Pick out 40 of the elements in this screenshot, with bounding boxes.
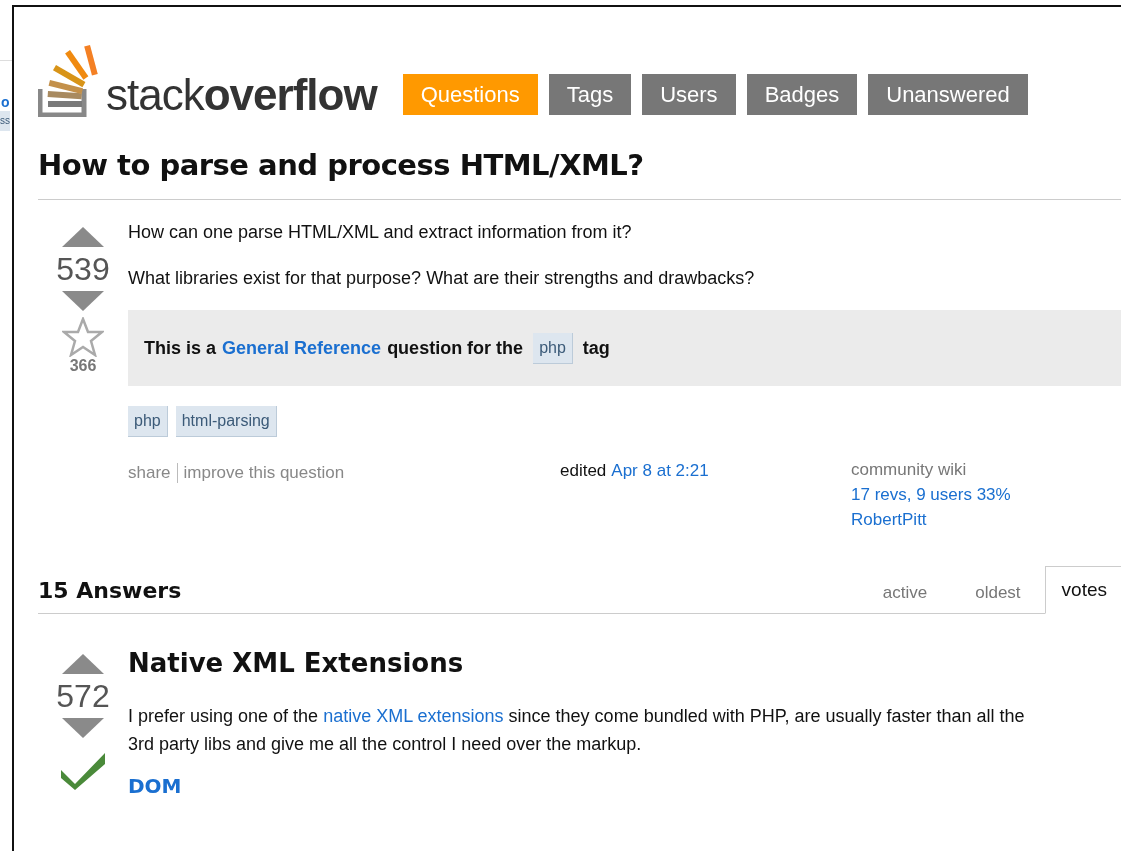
tag[interactable]: php (533, 332, 573, 364)
star-icon[interactable] (62, 317, 104, 357)
question-paragraph: How can one parse HTML/XML and extract information from it? (128, 221, 633, 244)
question-title[interactable]: How to parse and process HTML/XML? (38, 145, 1121, 185)
tag-fragment[interactable]: ss (0, 111, 10, 131)
downvote-icon[interactable] (62, 291, 104, 311)
nav-tab[interactable]: Tags (548, 74, 632, 115)
answer-subheading: DOM (128, 774, 183, 798)
notice-text: question for the (387, 337, 524, 359)
answer-paragraph: I prefer using one of the native XML extensions since they come bundled with PHP, are usually faster than all the 3rd party libs and give me all the control I need over the markup. (128, 705, 1026, 756)
edited-label: edited (560, 461, 607, 481)
link-fragment[interactable]: o (1, 94, 10, 110)
answer-heading: Native XML Extensions (128, 647, 465, 680)
site-logo-text[interactable]: stackoverflow (106, 75, 377, 115)
sort-tab[interactable]: oldest (951, 583, 1045, 613)
upvote-icon[interactable] (62, 654, 104, 674)
nav-tab[interactable]: Users (642, 74, 736, 115)
nav-tab[interactable]: Unanswered (868, 74, 1028, 115)
native-xml-extensions-link[interactable]: native XML extensions (323, 706, 504, 726)
downvote-icon[interactable] (62, 718, 104, 738)
edit-time-link[interactable]: Apr 8 at 2:21 (611, 461, 709, 481)
question-paragraph: What libraries exist for that purpose? What are their strengths and drawbacks? (128, 267, 756, 290)
vote-count: 539 (56, 251, 110, 287)
answers-count: 15 Answers (38, 578, 182, 603)
general-reference-link[interactable]: General Reference (222, 337, 382, 359)
notice-text: tag (582, 337, 610, 359)
post-action-link[interactable]: share (128, 463, 171, 483)
upvote-icon[interactable] (62, 227, 104, 247)
tag[interactable]: php (128, 406, 168, 437)
community-wiki-label: community wiki (851, 459, 968, 481)
sort-tab[interactable]: active (858, 583, 952, 613)
post-action-link[interactable]: improve this question (183, 463, 345, 483)
sort-tab[interactable]: votes (1044, 566, 1121, 614)
user-link[interactable]: RobertPitt (851, 507, 1011, 532)
favorite-count: 366 (69, 357, 97, 375)
revisions-link[interactable]: 17 revs, 9 users 33% (851, 482, 1011, 507)
tag[interactable]: html-parsing (175, 406, 277, 437)
vote-count: 572 (56, 678, 110, 714)
nav-tab[interactable]: Badges (746, 74, 858, 115)
notice-text: This is a (144, 337, 217, 359)
